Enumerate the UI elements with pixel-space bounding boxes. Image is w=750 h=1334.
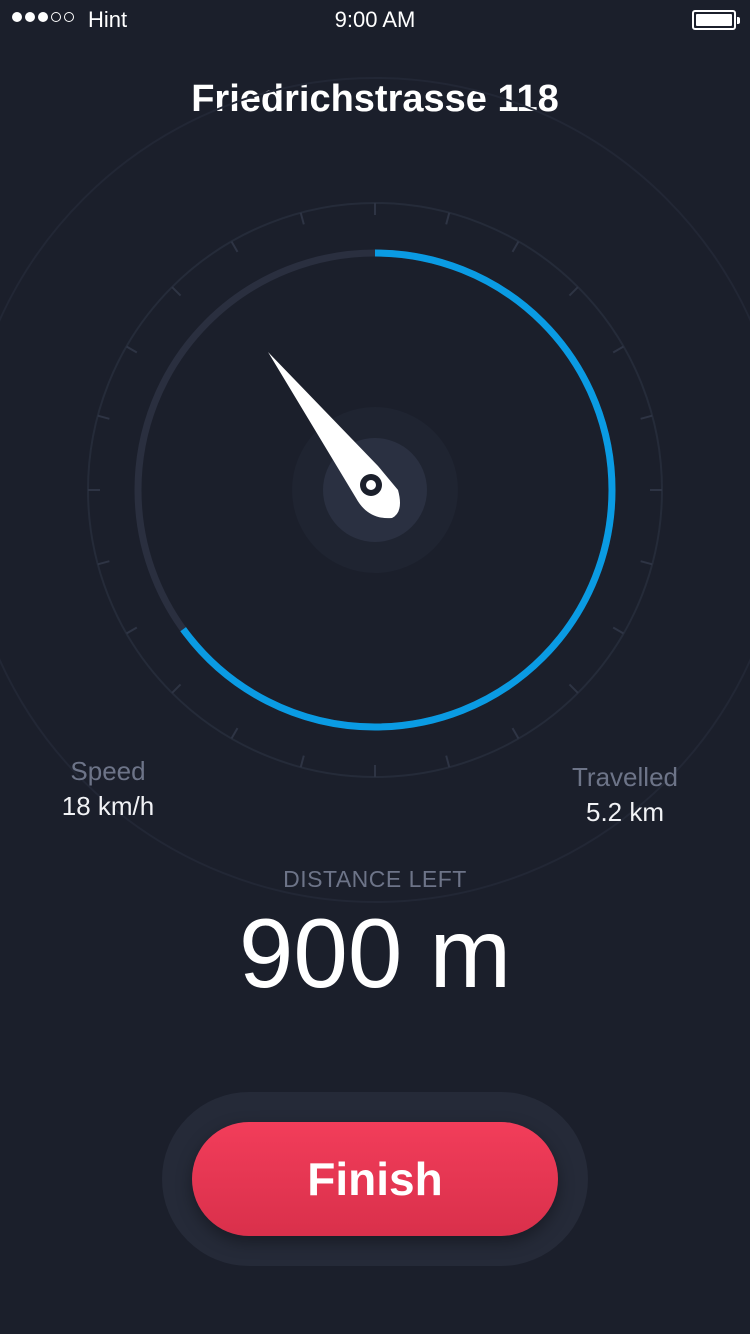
speed-stat: Speed 18 km/h: [48, 756, 168, 822]
gauge-tick: [171, 683, 182, 694]
gauge-tick: [299, 755, 305, 768]
gauge-tick: [640, 414, 653, 420]
gauge-tick: [511, 727, 520, 740]
gauge-tick: [445, 755, 451, 768]
gauge-tick: [97, 560, 110, 566]
travelled-label: Travelled: [572, 762, 678, 792]
speed-label: Speed: [70, 756, 146, 786]
gauge-tick: [612, 626, 625, 635]
gauge-tick: [568, 683, 579, 694]
speed-value: 18 km/h: [61, 791, 155, 821]
finish-button[interactable]: Finish: [192, 1122, 558, 1236]
gauge-tick: [97, 414, 110, 420]
gauge-tick: [445, 212, 451, 225]
gauge-tick: [125, 626, 138, 635]
gauge-tick: [568, 286, 579, 297]
gauge-tick: [230, 727, 239, 740]
distance-left-value: 900 m: [238, 898, 512, 1008]
gauge-tick: [511, 240, 520, 253]
travelled-stat: Travelled 5.2 km: [560, 762, 690, 828]
gauge-tick: [125, 345, 138, 354]
distance-left-label: DISTANCE LEFT: [283, 866, 467, 892]
gauge-tick: [640, 560, 653, 566]
travelled-value: 5.2 km: [585, 797, 665, 827]
gauge-tick: [230, 240, 239, 253]
gauge-tick: [612, 345, 625, 354]
gauge-tick: [171, 286, 182, 297]
gauge-tick: [299, 212, 305, 225]
